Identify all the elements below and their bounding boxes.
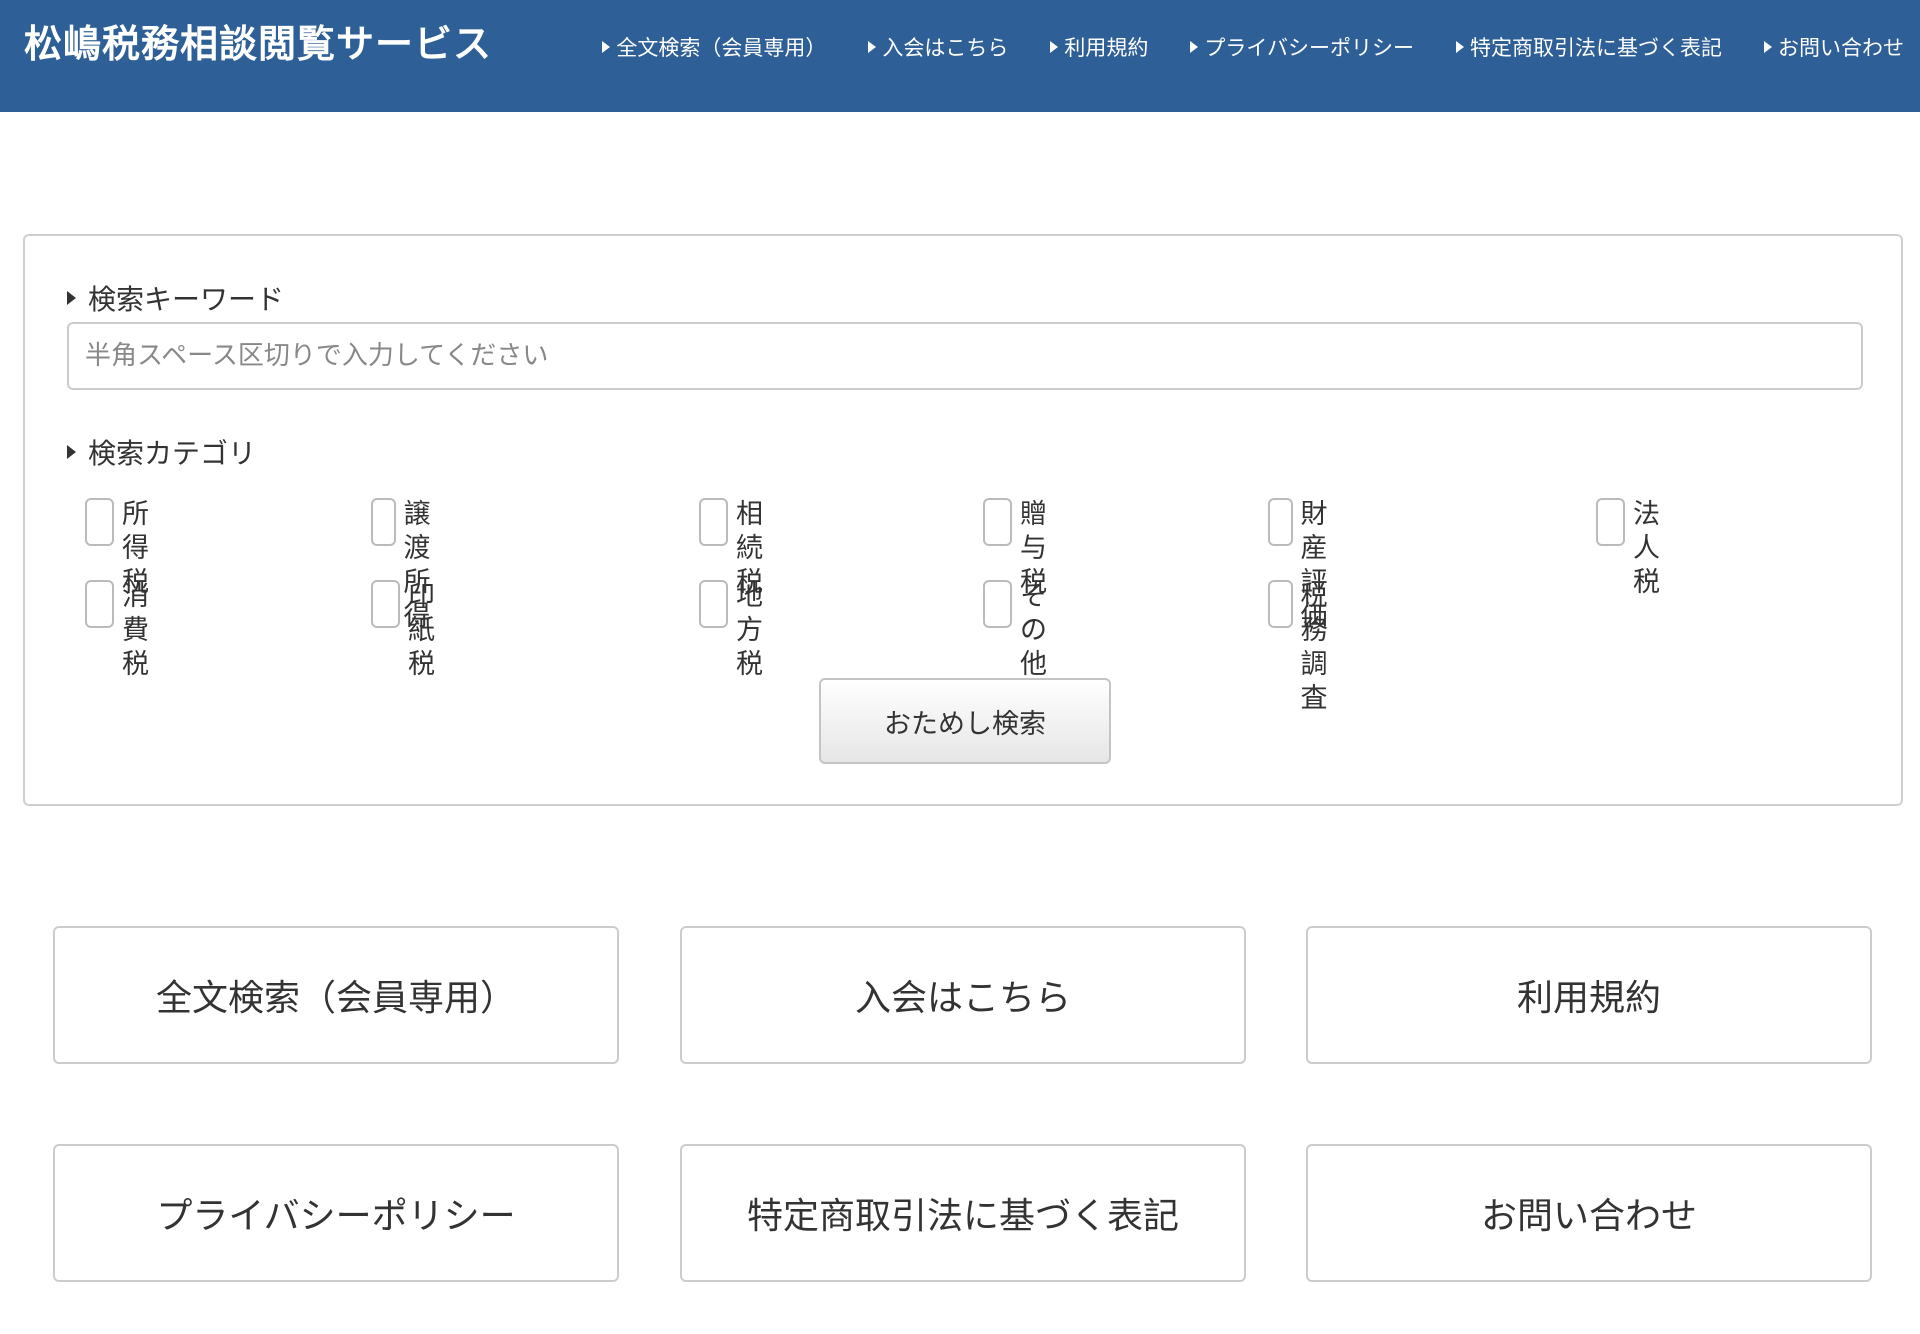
tile-terms[interactable]: 利用規約 (1306, 926, 1872, 1064)
triangle-right-icon (1456, 41, 1464, 53)
checkbox[interactable] (699, 498, 728, 546)
checkbox[interactable] (1268, 580, 1293, 628)
checkbox[interactable] (85, 498, 114, 546)
nav-item-label: 全文検索（会員専用） (616, 36, 827, 60)
nav-item-label: プライバシーポリシー (1204, 36, 1414, 60)
category-corporate-tax[interactable]: 法人税 (1596, 498, 1679, 600)
nav-item-contact[interactable]: お問い合わせ (1764, 32, 1904, 62)
category-label: 印紙税 (407, 581, 435, 680)
nav-item-label: 利用規約 (1064, 36, 1149, 60)
checkbox[interactable] (699, 580, 728, 628)
checkbox[interactable] (1268, 498, 1293, 546)
site-header: 松嶋税務相談閲覧サービス 全文検索（会員専用） 入会はこちら 利用規約 プライバ… (0, 0, 1920, 112)
nav-item-terms[interactable]: 利用規約 (1050, 32, 1148, 62)
category-label: 消費税 (121, 581, 149, 680)
keyword-section-label: 検索キーワード (67, 278, 284, 318)
tile-full-text-search[interactable]: 全文検索（会員専用） (53, 926, 619, 1064)
keyword-input[interactable] (67, 322, 1863, 390)
checkbox[interactable] (1596, 498, 1625, 546)
checkbox[interactable] (983, 498, 1012, 546)
tile-commercial-law[interactable]: 特定商取引法に基づく表記 (680, 1144, 1246, 1282)
site-title[interactable]: 松嶋税務相談閲覧サービス (24, 0, 492, 88)
category-consumption-tax[interactable]: 消費税 (85, 580, 168, 682)
category-label-text: 検索カテゴリ (88, 437, 257, 470)
keyword-label-text: 検索キーワード (88, 283, 285, 316)
nav-item-label: 入会はこちら (882, 36, 1009, 60)
category-stamp-duty[interactable]: 印紙税 (371, 580, 454, 682)
triangle-right-icon (1764, 41, 1772, 53)
nav-item-privacy[interactable]: プライバシーポリシー (1190, 32, 1414, 62)
nav-item-label: 特定商取引法に基づく表記 (1470, 36, 1722, 60)
triangle-right-icon (67, 445, 76, 459)
checkbox[interactable] (85, 580, 114, 628)
triangle-right-icon (602, 41, 611, 53)
search-panel: 検索キーワード 検索カテゴリ 所得税 譲渡所得 相続税 贈与税 財産評価 法人税 (23, 234, 1903, 806)
checkbox[interactable] (371, 498, 396, 546)
nav-item-join[interactable]: 入会はこちら (868, 32, 1008, 62)
tile-privacy[interactable]: プライバシーポリシー (53, 1144, 619, 1282)
category-section-label: 検索カテゴリ (67, 432, 256, 472)
category-other[interactable]: その他 (983, 580, 1066, 682)
tile-contact[interactable]: お問い合わせ (1306, 1144, 1872, 1282)
category-label: 税務調査 (1300, 581, 1328, 714)
triangle-right-icon (1050, 41, 1059, 53)
category-tax-audit[interactable]: 税務調査 (1268, 580, 1351, 716)
category-label: その他 (1019, 581, 1047, 680)
trial-search-button[interactable]: おためし検索 (819, 678, 1111, 764)
category-local-tax[interactable]: 地方税 (699, 580, 782, 682)
triangle-right-icon (868, 41, 877, 53)
nav-item-label: お問い合わせ (1778, 36, 1904, 60)
nav-item-commercial-law[interactable]: 特定商取引法に基づく表記 (1456, 32, 1722, 62)
nav-item-full-text-search[interactable]: 全文検索（会員専用） (602, 32, 826, 62)
tile-join[interactable]: 入会はこちら (680, 926, 1246, 1064)
header-nav: 全文検索（会員専用） 入会はこちら 利用規約 プライバシーポリシー 特定商取引法… (602, 0, 1904, 94)
checkbox[interactable] (371, 580, 400, 628)
category-label: 地方税 (735, 581, 763, 680)
triangle-right-icon (1190, 41, 1199, 53)
category-label: 法人税 (1632, 499, 1660, 598)
checkbox[interactable] (983, 580, 1012, 628)
triangle-right-icon (67, 291, 76, 305)
